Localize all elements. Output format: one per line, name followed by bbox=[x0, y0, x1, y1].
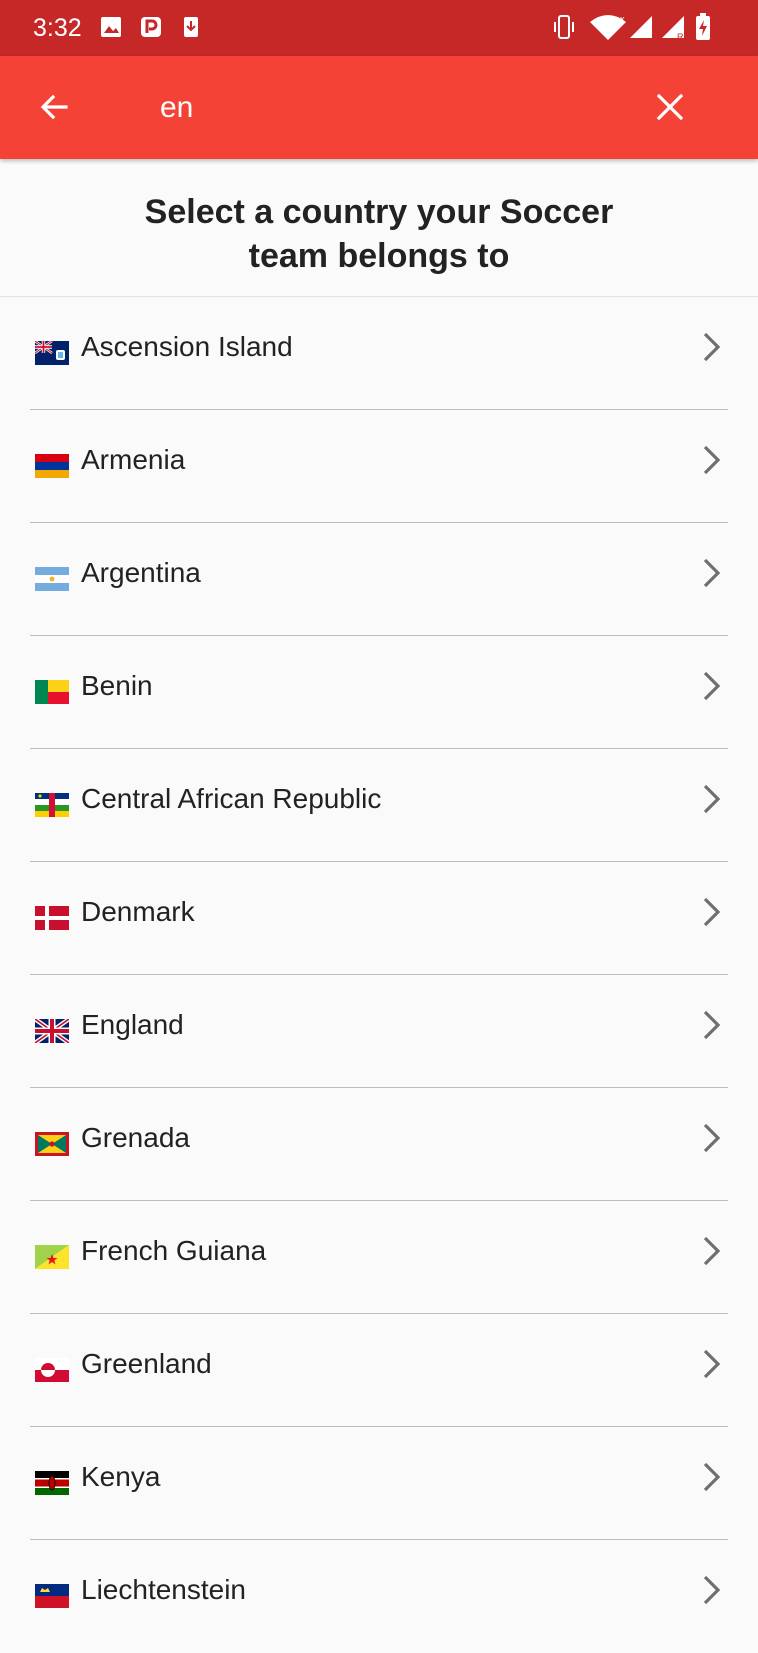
chevron-right-icon bbox=[703, 671, 721, 701]
chevron-right-icon bbox=[703, 1575, 721, 1605]
chevron-right-icon bbox=[703, 1349, 721, 1379]
chevron-right-icon bbox=[703, 784, 721, 814]
country-row[interactable]: French Guiana bbox=[0, 1201, 758, 1314]
chevron-right-icon bbox=[703, 1010, 721, 1040]
chevron-right-icon bbox=[703, 1123, 721, 1153]
ascension-island-flag-icon bbox=[35, 341, 69, 365]
chevron-right-icon bbox=[703, 897, 721, 927]
close-icon bbox=[656, 93, 684, 121]
country-row[interactable]: Benin bbox=[0, 636, 758, 749]
country-row[interactable]: Liechtenstein bbox=[0, 1540, 758, 1653]
grenada-flag-icon bbox=[35, 1132, 69, 1156]
clear-search-button[interactable] bbox=[646, 83, 694, 131]
country-row[interactable]: Ascension Island bbox=[0, 297, 758, 410]
page-title: Select a country your Soccer team belong… bbox=[0, 190, 758, 278]
country-row[interactable]: Central African Republic bbox=[0, 749, 758, 862]
country-row[interactable]: England bbox=[0, 975, 758, 1088]
battery-charging-icon bbox=[696, 13, 710, 40]
image-icon bbox=[101, 17, 121, 37]
download-icon bbox=[184, 17, 198, 37]
signal-icon bbox=[630, 16, 652, 38]
country-name: Argentina bbox=[81, 557, 201, 588]
svg-text:x: x bbox=[620, 14, 625, 24]
country-name: Armenia bbox=[81, 444, 186, 475]
chevron-right-icon bbox=[703, 1236, 721, 1266]
country-name: Denmark bbox=[81, 896, 195, 927]
country-list: Ascension Island Armenia Argentina Benin… bbox=[0, 297, 758, 1653]
search-input[interactable] bbox=[160, 86, 630, 130]
kenya-flag-icon bbox=[35, 1471, 69, 1495]
french-guiana-flag-icon bbox=[35, 1245, 69, 1269]
back-button[interactable] bbox=[30, 83, 78, 131]
chevron-right-icon bbox=[703, 1462, 721, 1492]
england-flag-icon bbox=[35, 1019, 69, 1043]
status-bar: 3:32 x R bbox=[0, 0, 758, 56]
country-name: England bbox=[81, 1009, 184, 1040]
svg-text:R: R bbox=[677, 32, 684, 42]
country-row[interactable]: Argentina bbox=[0, 523, 758, 636]
country-row[interactable]: Grenada bbox=[0, 1088, 758, 1201]
wifi-icon: x bbox=[590, 14, 626, 40]
vibrate-icon bbox=[554, 15, 574, 39]
central-african-republic-flag-icon bbox=[35, 793, 69, 817]
country-name: Benin bbox=[81, 670, 153, 701]
argentina-flag-icon bbox=[35, 567, 69, 591]
country-name: Kenya bbox=[81, 1461, 161, 1492]
country-name: Greenland bbox=[81, 1348, 212, 1379]
chevron-right-icon bbox=[703, 558, 721, 588]
benin-flag-icon bbox=[35, 680, 69, 704]
country-name: French Guiana bbox=[81, 1235, 267, 1266]
country-row[interactable]: Greenland bbox=[0, 1314, 758, 1427]
country-name: Liechtenstein bbox=[81, 1574, 247, 1605]
greenland-flag-icon bbox=[35, 1358, 69, 1382]
country-name: Grenada bbox=[81, 1122, 190, 1153]
chevron-right-icon bbox=[703, 332, 721, 362]
status-time: 3:32 bbox=[33, 14, 82, 42]
page-title-line-1: Select a country your Soccer bbox=[144, 193, 614, 231]
country-name: Ascension Island bbox=[81, 331, 293, 362]
p-icon bbox=[141, 17, 161, 37]
search-toolbar bbox=[0, 56, 758, 159]
signal-roaming-icon: R bbox=[662, 16, 684, 42]
page-title-line-2: team belongs to bbox=[248, 237, 510, 275]
chevron-right-icon bbox=[703, 445, 721, 475]
armenia-flag-icon bbox=[35, 454, 69, 478]
country-row[interactable]: Denmark bbox=[0, 862, 758, 975]
country-name: Central African Republic bbox=[81, 783, 382, 814]
arrow-left-icon bbox=[40, 94, 68, 120]
denmark-flag-icon bbox=[35, 906, 69, 930]
country-row[interactable]: Kenya bbox=[0, 1427, 758, 1540]
liechtenstein-flag-icon bbox=[35, 1584, 69, 1608]
country-row[interactable]: Armenia bbox=[0, 410, 758, 523]
